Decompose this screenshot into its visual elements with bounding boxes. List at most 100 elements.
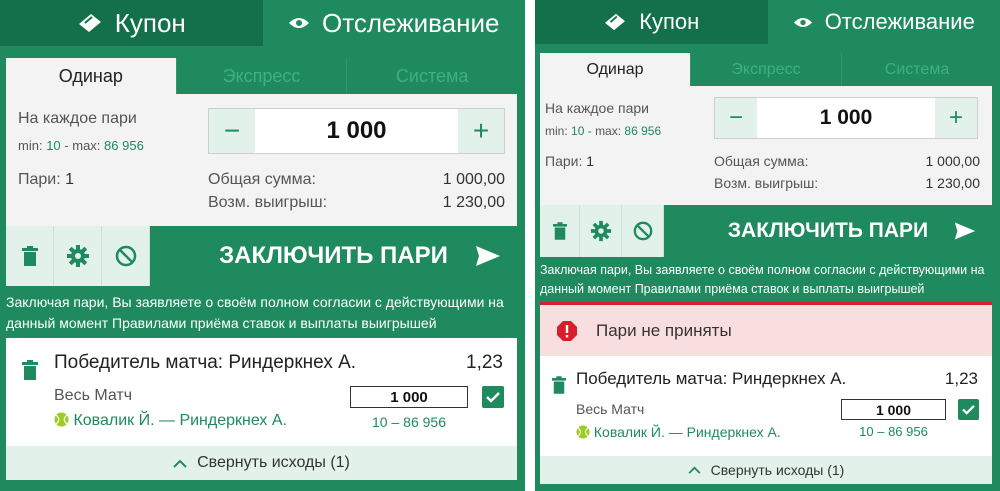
clear-button[interactable] [540,205,580,257]
error-icon [557,320,577,341]
cancel-bets-button[interactable] [102,226,150,286]
bet-match: Ковалик Й. — Риндеркнех А. [576,424,781,440]
tab-tracking-label: Отслеживание [824,9,975,34]
stake-amount-input[interactable]: 1 000 [255,109,458,153]
coupon-panel-before: Купон Отслеживание Одинар Экспресс Систе… [0,0,525,491]
bet-item: Победитель матча: Риндеркнех А. 1,23 Вес… [6,338,517,446]
decrease-button[interactable]: − [715,98,757,138]
trash-icon [552,222,567,240]
bet-confirm-checkbox[interactable] [958,399,979,420]
tab-system[interactable]: Система [346,58,518,94]
ticket-icon [78,14,101,32]
delete-bet-icon[interactable] [552,376,566,394]
tennis-ball-icon [54,412,69,427]
settings-button[interactable] [580,205,622,257]
decrease-button[interactable]: − [209,109,255,153]
ban-icon [633,221,652,241]
tab-tracking-label: Отслеживание [322,7,500,38]
collapse-outcomes-button[interactable]: Свернуть исходы (1) [6,446,517,480]
coupon-header: Купон Отслеживание [0,0,525,46]
place-bet-label: ЗАКЛЮЧИТЬ ПАРИ [219,242,448,269]
error-banner: Пари не приняты [540,302,992,356]
max-value: 86 956 [104,138,144,153]
ticket-icon [605,13,626,31]
per-bet-label: На каждое пари [18,110,137,127]
stake-card: Одинар Экспресс Система На каждое пари m… [6,58,518,226]
ban-icon [115,245,136,267]
bet-item: Победитель матча: Риндеркнех А. 1,23 Вес… [540,356,992,456]
terms-rules-link[interactable]: Правилами приёма ставок и выплаты выигры… [635,282,925,296]
place-bet-label: ЗАКЛЮЧИТЬ ПАРИ [727,219,929,242]
min-label: min: [18,138,43,153]
terms-rules-link[interactable]: Правилами приёма ставок и выплаты выигры… [112,315,437,331]
total-value: 1 000,00 [925,153,981,169]
collapse-label: Свернуть исходы [197,454,326,471]
increase-button[interactable]: + [458,109,504,153]
tab-single[interactable]: Одинар [540,53,690,86]
bet-match: Ковалик Й. — Риндеркнех А. [54,412,287,430]
max-value: 86 956 [624,124,662,138]
send-icon [476,246,500,266]
tab-express[interactable]: Экспресс [175,58,347,94]
max-label: max: [72,138,101,153]
check-icon [962,405,975,415]
win-value: 1 230,00 [925,175,981,191]
stake-limits: min: 10 - max: 86 956 [18,138,144,153]
cancel-bets-button[interactable] [622,205,664,257]
tab-express[interactable]: Экспресс [690,53,841,86]
win-label: Возм. выигрыш: [714,175,819,191]
min-label: min: [545,124,568,138]
stake-amount-input[interactable]: 1 000 [757,98,935,138]
delete-bet-icon[interactable] [22,360,38,380]
coupon-panel-after: Купон Отслеживание Одинар Экспресс Систе… [535,0,1000,491]
terms-line-2: данный момент Правилами приёма ставок и … [540,280,995,299]
tab-coupon-label: Купон [639,9,700,34]
tab-system[interactable]: Система [841,53,992,86]
place-bet-button[interactable]: ЗАКЛЮЧИТЬ ПАРИ [150,226,517,286]
per-bet-label: На каждое пари [545,100,649,116]
bet-confirm-checkbox[interactable] [482,386,504,408]
increase-button[interactable]: + [935,98,977,138]
tab-tracking[interactable]: Отслеживание [767,0,1000,44]
coupon-header: Купон Отслеживание [535,0,1000,44]
settings-button[interactable] [54,226,102,286]
bet-stake-input[interactable]: 1 000 [350,386,468,408]
collapse-count: (1) [330,454,350,471]
bets-value: 1 [65,171,75,188]
terms-line-1: Заключая пари, Вы заявляете о своём полн… [6,294,504,310]
stake-limits: min: 10 - max: 86 956 [545,124,661,138]
action-bar: ЗАКЛЮЧИТЬ ПАРИ [540,205,992,257]
tab-coupon[interactable]: Купон [0,0,263,46]
bets-label: Пари: [18,171,61,188]
min-value: 10 [46,138,61,153]
send-icon [954,222,976,240]
bet-period: Весь Матч [576,401,645,417]
bet-match-label: Ковалик Й. — Риндеркнех А. [593,424,781,440]
trash-icon [21,246,38,266]
bet-stake-input[interactable]: 1 000 [841,399,946,420]
bet-type-tabs: Одинар Экспресс Система [540,53,992,86]
collapse-label: Свернуть исходы [710,462,824,478]
bet-match-label: Ковалик Й. — Риндеркнех А. [73,412,287,429]
bet-range: 10 – 86 956 [859,424,928,439]
eye-icon [793,17,812,27]
bets-label: Пари: [545,153,583,169]
tab-coupon[interactable]: Купон [535,0,768,44]
check-icon [486,392,500,403]
chevron-up-icon [688,466,701,474]
terms-prefix: данный момент [540,282,635,296]
place-bet-button[interactable]: ЗАКЛЮЧИТЬ ПАРИ [664,205,992,257]
bets-count: Пари: 1 [18,171,74,189]
tennis-ball-icon [576,425,590,439]
tab-single[interactable]: Одинар [6,58,176,94]
win-value: 1 230,00 [442,194,505,211]
total-label: Общая сумма: [208,171,316,188]
collapse-outcomes-button[interactable]: Свернуть исходы (1) [540,456,992,484]
win-label: Возм. выигрыш: [208,194,328,211]
clear-button[interactable] [6,226,54,286]
stake-stepper: − 1 000 + [714,97,978,139]
tab-tracking[interactable]: Отслеживание [262,0,525,46]
bet-title: Победитель матча: Риндеркнех А. [54,352,357,373]
error-message: Пари не приняты [596,320,732,340]
max-label: max: [595,124,622,138]
